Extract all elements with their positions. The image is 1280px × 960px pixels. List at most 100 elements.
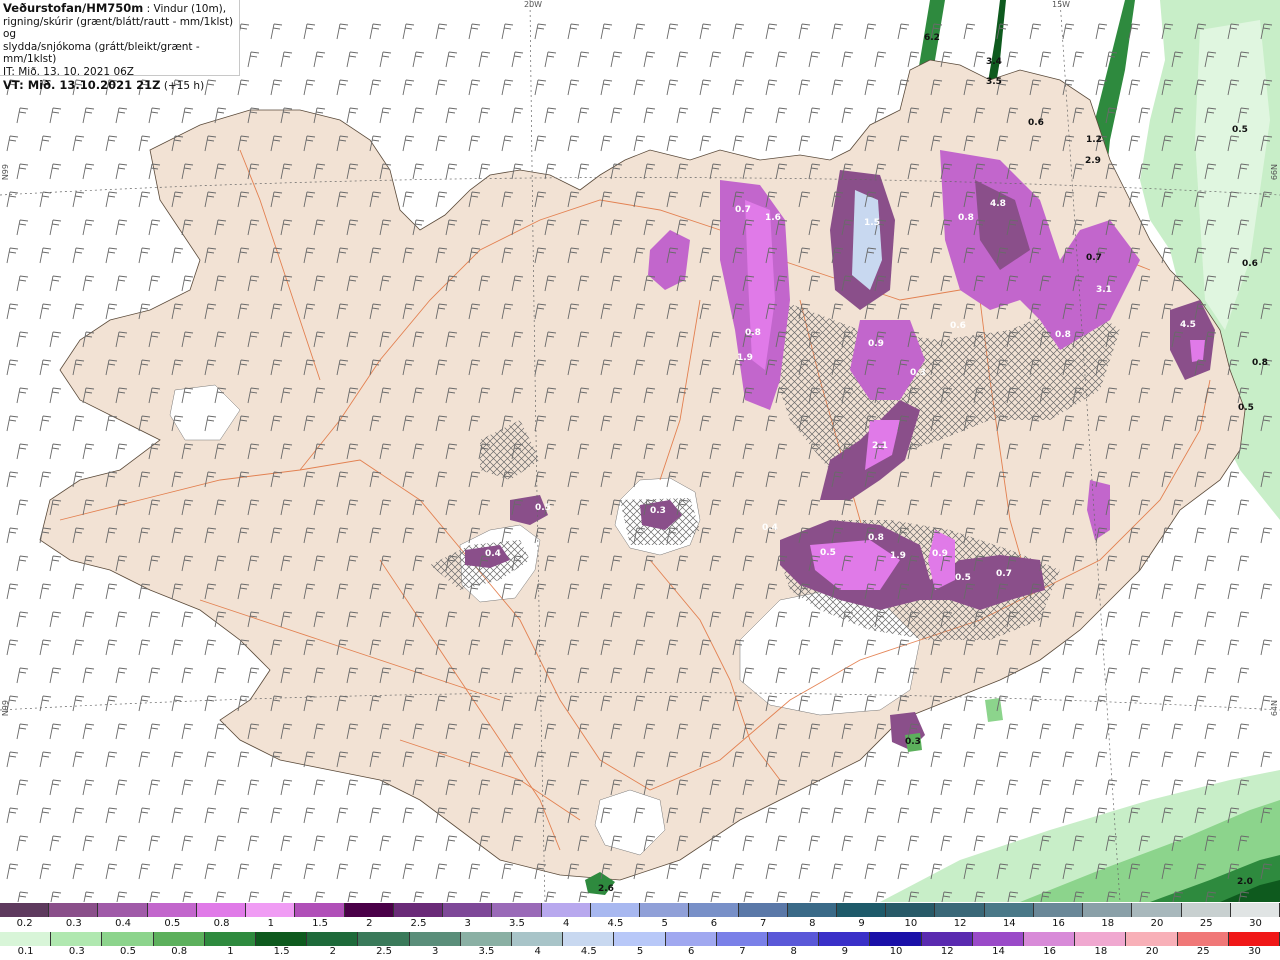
map-value: 0.5 [1238, 403, 1254, 413]
snow-scale-label: 1 [267, 918, 274, 929]
map-value: 0.3 [650, 506, 666, 516]
snow-scale-swatch [836, 903, 887, 917]
snow-scale-swatch [98, 903, 148, 917]
source-title: Veðurstofan/HM750m [3, 1, 144, 15]
map-value: 0.7 [735, 205, 751, 215]
snow-scale-swatch [295, 903, 345, 917]
rain-scale-label: 30 [1248, 946, 1261, 957]
snow-scale-swatch [640, 903, 690, 917]
map-value: 0.3 [905, 737, 921, 747]
map-value: 2.9 [1085, 156, 1101, 166]
rain-scale-label: 5 [636, 946, 644, 957]
rain-scale-swatch [563, 932, 615, 946]
latitude-label: N99 [1, 700, 10, 717]
rain-scale-swatch [1177, 932, 1229, 946]
snow-color-scale [0, 903, 1280, 917]
header-line-3: slydda/snjókoma (grátt/bleikt/grænt - mm… [3, 40, 200, 66]
snow-scale-swatch [1132, 903, 1182, 917]
map-value: 3.1 [1096, 285, 1112, 295]
snow-scale-swatch [541, 903, 591, 917]
latitude-label: N99 [1, 164, 10, 181]
rain-scale-swatch [1228, 932, 1280, 946]
snow-scale-label: 20 [1150, 918, 1164, 929]
rain-scale-label: 8 [790, 946, 797, 957]
snow-scale-swatch [886, 903, 936, 917]
snow-scale-swatch [1083, 903, 1133, 917]
map-value: 0.4 [485, 549, 501, 559]
valid-time-offset: (+15 h) [163, 79, 205, 92]
weather-map-viewer: 0.5 0.3 0.4 0.7 1.6 0.8 1.9 0.5 0.8 1.9 … [0, 0, 1280, 960]
rain-scale-swatch [460, 932, 513, 946]
rain-scale-swatch [921, 932, 973, 946]
rain-scale-label: 0.3 [68, 946, 85, 957]
map-value: 1.2 [1086, 135, 1102, 145]
latitude-label: 66N [1270, 164, 1279, 181]
map-value: 3.5 [986, 77, 1002, 87]
snow-scale-label: 4.5 [607, 918, 624, 929]
rain-scale-label: 3.5 [478, 946, 495, 957]
map-header: Veðurstofan/HM750m : Vindur (10m), rigni… [0, 0, 240, 92]
header-line-2: rigning/skúrir (grænt/blátt/rautt - mm/1… [3, 15, 234, 41]
rain-scale-label: 20 [1145, 946, 1159, 957]
rain-scale-swatch [512, 932, 564, 946]
map-value: 0.7 [1086, 253, 1102, 263]
header-description: : Vindur (10m), [143, 3, 227, 15]
rain-scale-swatch [409, 932, 461, 946]
valid-time: VT: Mið. 13.10.2021 21Z [3, 77, 161, 92]
snow-scale-label: 7 [759, 918, 767, 929]
rain-scale-swatch [358, 932, 410, 946]
rain-scale-label: 0.5 [120, 946, 136, 957]
snow-scale-label: 2 [366, 918, 373, 929]
snow-scale-label: 0.5 [164, 918, 181, 929]
map-value: 0.5 [1232, 125, 1248, 135]
rain-scale-swatch [204, 932, 257, 946]
rain-scale-label: 0.8 [171, 946, 188, 957]
snow-scale-label: 0.4 [115, 918, 132, 929]
rain-scale-label: 25 [1196, 946, 1210, 957]
snow-scale-label: 9 [858, 918, 865, 929]
map-value: 1.6 [765, 213, 781, 223]
map-value: 0.8 [868, 533, 884, 543]
rain-scale-swatch [819, 932, 871, 946]
rain-scale-swatch [153, 932, 205, 946]
map-value: 0.5 [955, 573, 971, 583]
snow-scale-swatch [738, 903, 788, 917]
snow-scale-labels: 0.2 0.3 0.4 0.5 0.8 1 1.5 2 2.5 3 3.5 4 4.5 5 6 7 8 9 10 12… [0, 918, 1280, 931]
map-value: 0.4 [762, 523, 778, 533]
rain-scale-label: 10 [889, 946, 903, 957]
map-value: 0.6 [1242, 259, 1258, 269]
snow-scale-swatch [344, 903, 394, 917]
rain-scale-swatch [0, 932, 52, 946]
snow-scale-swatch [49, 903, 99, 917]
snow-scale-label: 3 [464, 918, 471, 929]
snow-scale-swatch [1181, 903, 1231, 917]
rain-scale-label: 14 [992, 946, 1005, 957]
rain-scale-label: 4.5 [580, 946, 597, 957]
rain-scale-labels: 0.1 0.3 0.5 0.8 1 1.5 2 2.5 3 3.5 4 4.5 5 6 7 8 9 10 12 14 1… [0, 946, 1280, 959]
snow-scale-label: 18 [1101, 918, 1115, 929]
rain-color-scale [0, 932, 1280, 946]
map-value: 2.6 [598, 884, 614, 894]
rain-scale-label: 4 [534, 946, 541, 957]
rain-scale-swatch [614, 932, 666, 946]
rain-scale-swatch [1024, 932, 1076, 946]
forecast-map: 0.5 0.3 0.4 0.7 1.6 0.8 1.9 0.5 0.8 1.9 … [0, 0, 1280, 902]
snow-scale-label: 5 [661, 918, 668, 929]
map-value: 0.6 [950, 321, 966, 331]
rain-scale-label: 6 [688, 946, 695, 957]
map-value: 0.5 [820, 548, 836, 558]
longitude-label: 20W [524, 0, 543, 9]
rain-scale-swatch [716, 932, 769, 946]
rain-scale-label: 9 [841, 946, 849, 957]
map-value: 0.9 [932, 549, 948, 559]
snow-scale-label: 16 [1052, 918, 1065, 929]
snow-scale-swatch [1033, 903, 1084, 917]
rain-scale-label: 2 [329, 946, 336, 957]
snow-scale-label: 10 [904, 918, 918, 929]
snow-scale-label: 1.5 [312, 918, 328, 929]
map-value: 0.8 [1055, 330, 1071, 340]
map-value: 0.8 [958, 213, 974, 223]
snow-scale-swatch [689, 903, 739, 917]
map-value: 0.8 [1252, 358, 1268, 368]
snow-scale-label: 30 [1249, 918, 1262, 929]
